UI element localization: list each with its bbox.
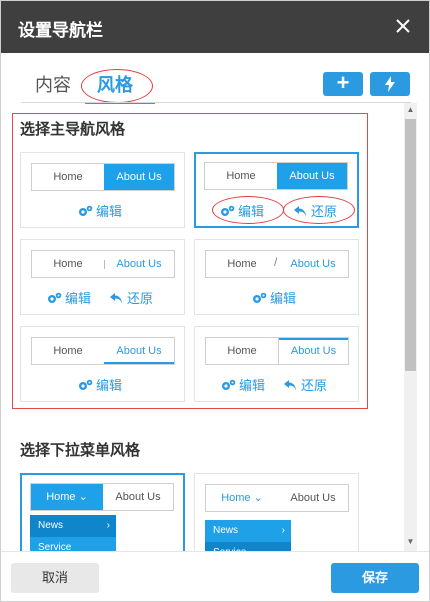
dropdown-menu-preview: News › Service [30,515,116,551]
undo-icon [284,380,296,391]
settings-dialog: 设置导航栏 内容 风格 + 选择主导航风格 Home About Us 编辑 H… [0,0,430,602]
gears-icon [253,292,267,303]
nav-preview: Home About Us [31,337,175,365]
scroll-down-arrow-icon[interactable]: ▼ [404,535,417,549]
restore-label: 还原 [127,291,154,306]
save-button[interactable]: 保存 [331,563,419,593]
gears-icon [221,205,235,216]
restore-button[interactable]: 还原 [293,201,337,220]
gears-icon [48,292,62,303]
scrollbar-thumb[interactable] [405,119,416,371]
nav-preview-about: About Us [277,163,347,189]
gears-icon [79,205,93,216]
main-nav-style-card-selected[interactable]: Home About Us 编辑 还原 [194,152,359,228]
edit-button[interactable]: 编辑 [47,288,91,307]
lightning-icon [385,76,395,92]
dropdown-style-card-selected[interactable]: Home ⌄ About Us News › Service [20,473,185,551]
edit-label: 编辑 [239,378,266,393]
dialog-title: 设置导航栏 [18,21,103,41]
dropdown-item-service: Service [30,537,116,551]
undo-icon [294,206,306,217]
dropdown-menu-preview: News › Service [205,520,291,551]
dropdown-item-service: Service [205,542,291,551]
edit-label: 编辑 [65,291,92,306]
nav-preview-about: About Us [116,345,162,357]
dropdown-nav-preview: Home ⌄ About Us [30,483,174,511]
nav-preview-about: About Us [104,164,174,190]
plus-icon: + [336,70,350,95]
nav-preview: Home / About Us [205,250,349,278]
nav-preview-about: About Us [116,258,162,270]
dropdown-section-title: 选择下拉菜单风格 [20,441,141,459]
main-nav-style-card[interactable]: Home About Us 编辑 还原 [20,239,185,315]
main-nav-style-card[interactable]: Home / About Us 编辑 [194,239,359,315]
main-nav-style-card[interactable]: Home About Us 编辑 [20,152,185,228]
nav-preview: Home About Us [204,162,348,190]
nav-preview-home: Home [226,170,256,182]
dialog-footer: 取消 保存 [1,551,429,601]
edit-label: 编辑 [238,204,265,219]
dropdown-preview-home: Home [221,492,251,504]
edit-button[interactable]: 编辑 [78,375,122,394]
vertical-scrollbar[interactable]: ▲ ▼ [404,103,417,551]
main-nav-style-card[interactable]: Home About Us 编辑 [20,326,185,402]
nav-preview-about: About Us [278,338,348,364]
restore-button[interactable]: 还原 [283,375,327,394]
dropdown-preview-about: About Us [290,492,336,504]
nav-preview-home: Home [227,345,257,357]
restore-label: 还原 [311,204,338,219]
edit-button[interactable]: 编辑 [220,201,264,220]
chevron-down-icon: ⌄ [253,492,263,504]
dropdown-item-news: News [38,520,64,531]
nav-preview-home: Home [53,171,83,183]
nav-preview: Home About Us [31,163,175,191]
gears-icon [222,379,236,390]
dropdown-style-card[interactable]: Home ⌄ About Us News › Service [194,473,359,551]
dropdown-item-news: News [213,525,239,536]
main-nav-section-title: 选择主导航风格 [20,120,126,138]
undo-icon [110,293,122,304]
chevron-right-icon: › [281,525,285,536]
chevron-right-icon: › [106,520,110,531]
cancel-button[interactable]: 取消 [11,563,99,593]
add-button[interactable]: + [323,72,363,96]
tab-style[interactable]: 风格 [97,71,133,97]
quick-button[interactable] [370,72,410,96]
scroll-up-arrow-icon[interactable]: ▲ [404,103,417,117]
nav-preview-about: About Us [290,258,336,270]
dialog-titlebar: 设置导航栏 [1,1,429,53]
chevron-down-icon: ⌄ [78,491,88,503]
tab-content[interactable]: 内容 [35,71,71,97]
nav-preview-underline [104,362,174,364]
nav-preview-home: Home [53,345,83,357]
style-scroll-area[interactable]: 选择主导航风格 Home About Us 编辑 Home About Us 编… [1,103,419,551]
dropdown-preview-home: Home [46,491,76,503]
nav-preview-home: Home [227,258,257,270]
gears-icon [79,379,93,390]
edit-label: 编辑 [96,378,123,393]
main-nav-style-card[interactable]: Home About Us 编辑 还原 [194,326,359,402]
dropdown-nav-preview: Home ⌄ About Us [205,484,349,512]
nav-preview-home: Home [53,258,83,270]
edit-button[interactable]: 编辑 [252,288,296,307]
edit-label: 编辑 [270,291,297,306]
nav-preview: Home About Us [205,337,349,365]
edit-label: 编辑 [96,204,123,219]
nav-preview: Home About Us [31,250,175,278]
restore-button[interactable]: 还原 [109,288,153,307]
nav-preview-separator: / [274,255,278,269]
dropdown-preview-about: About Us [115,491,161,503]
edit-button[interactable]: 编辑 [78,201,122,220]
close-icon[interactable] [389,12,417,40]
restore-label: 还原 [301,378,328,393]
edit-button[interactable]: 编辑 [221,375,265,394]
